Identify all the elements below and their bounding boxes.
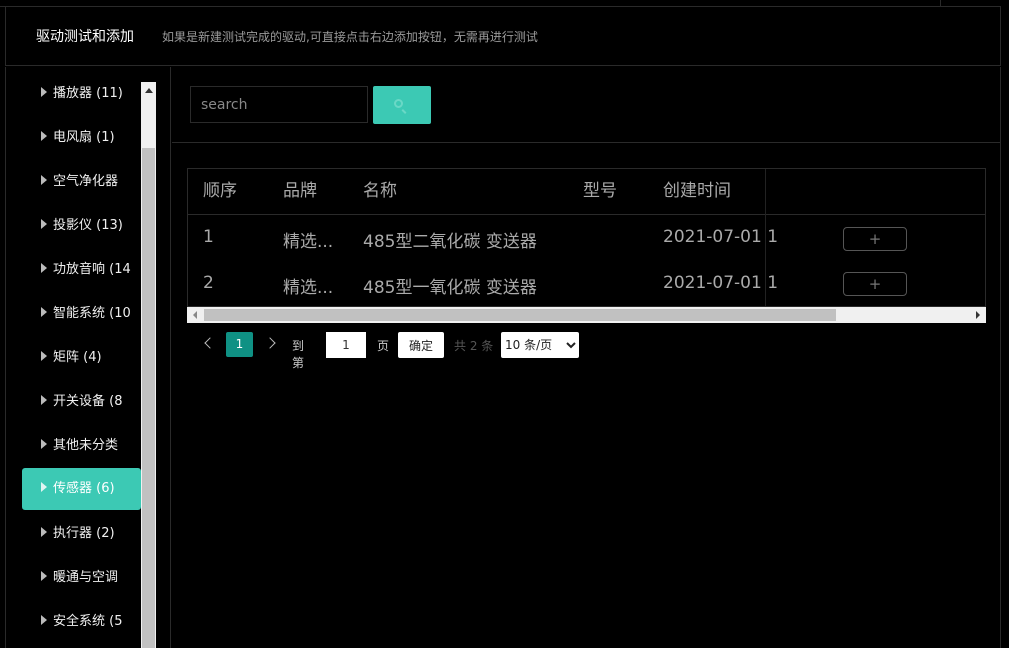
sidebar-item-label: 功放音响 (14 <box>53 262 131 277</box>
caret-right-icon <box>41 306 47 317</box>
sidebar-item-label: 投影仪 (13) <box>53 218 123 233</box>
column-header-brand: 品牌 <box>283 181 317 201</box>
add-driver-button[interactable]: + <box>843 227 907 251</box>
caret-right-icon <box>41 438 47 449</box>
page-size-select[interactable]: 10 条/页 <box>501 332 579 358</box>
sidebar-item-label: 开关设备 (8 <box>53 394 123 409</box>
top-strip <box>0 0 1001 7</box>
caret-right-icon <box>41 481 47 492</box>
caret-right-icon <box>41 526 47 537</box>
sidebar-item-actuator[interactable]: 执行器 (2) <box>22 513 141 555</box>
page-unit-label: 页 <box>377 339 390 353</box>
add-driver-button[interactable]: + <box>843 272 907 296</box>
column-header-created: 创建时间 <box>663 181 731 201</box>
sidebar-item-label: 暖通与空调 <box>53 570 119 585</box>
sidebar-item-switch-device[interactable]: 开关设备 (8 <box>22 381 141 423</box>
table-scrollbar-thumb[interactable] <box>204 309 836 321</box>
caret-right-icon <box>41 570 47 581</box>
caret-right-icon <box>41 86 47 97</box>
page-description: 如果是新建测试完成的驱动,可直接点击右边添加按钮，无需再进行测试 <box>162 30 538 44</box>
sidebar-item-label: 其他未分类 <box>53 438 119 453</box>
sidebar-item-label: 智能系统 (10 <box>53 306 131 321</box>
sidebar-item-air-purifier[interactable]: 空气净化器 <box>22 161 141 203</box>
caret-right-icon <box>41 174 47 185</box>
sidebar-item-label: 空气净化器 <box>53 174 119 189</box>
current-page-button[interactable]: 1 <box>226 332 253 357</box>
column-header-index: 顺序 <box>203 181 237 201</box>
sidebar-item-uncategorized[interactable]: 其他未分类 <box>22 425 141 467</box>
sidebar-item-label: 安全系统 (5 <box>53 614 123 629</box>
sidebar-item-sensor[interactable]: 传感器 (6) <box>22 468 141 510</box>
sidebar-item-label: 传感器 (6) <box>53 481 115 496</box>
scroll-up-arrow-icon[interactable] <box>141 82 156 100</box>
cell-name: 485型二氧化碳 变送器 <box>363 232 537 252</box>
column-header-name: 名称 <box>363 181 397 201</box>
caret-right-icon <box>41 350 47 361</box>
cell-brand: 精选... <box>283 278 334 298</box>
action-column: + + <box>765 169 985 306</box>
cell-name: 485型一氧化碳 变送器 <box>363 278 537 298</box>
search-button[interactable] <box>373 86 431 124</box>
sidebar-item-security[interactable]: 安全系统 (5 <box>22 601 141 643</box>
cell-index: 1 <box>203 227 214 247</box>
cell-brand: 精选... <box>283 232 334 252</box>
sidebar-item-projector[interactable]: 投影仪 (13) <box>22 205 141 247</box>
sidebar-item-amplifier[interactable]: 功放音响 (14 <box>22 249 141 291</box>
caret-right-icon <box>41 614 47 625</box>
goto-confirm-button[interactable]: 确定 <box>398 332 444 358</box>
total-count: 共 2 条 <box>454 339 494 353</box>
scroll-left-arrow-icon[interactable] <box>193 311 197 319</box>
sidebar-item-matrix[interactable]: 矩阵 (4) <box>22 337 141 379</box>
cell-created: 2021-07-01 1 <box>663 227 779 247</box>
driver-table: 顺序 品牌 名称 型号 创建时间 1 精选... 485型二氧化碳 变送器 20… <box>187 168 986 307</box>
scroll-right-arrow-icon[interactable] <box>976 311 980 319</box>
sidebar-item-hvac[interactable]: 暖通与空调 <box>22 557 141 599</box>
cell-created: 2021-07-01 1 <box>663 273 779 293</box>
sidebar-scrollbar-thumb[interactable] <box>142 148 155 648</box>
caret-right-icon <box>41 262 47 273</box>
sidebar-scrollbar[interactable] <box>141 82 156 648</box>
column-header-model: 型号 <box>583 181 617 201</box>
caret-right-icon <box>41 130 47 141</box>
sidebar-item-label: 矩阵 (4) <box>53 350 102 365</box>
top-strip-divider <box>940 0 941 6</box>
goto-label: 到第 <box>292 339 305 370</box>
sidebar-item-label: 电风扇 (1) <box>53 130 115 145</box>
toolbar-divider <box>172 142 1000 143</box>
table-horizontal-scrollbar[interactable] <box>187 307 986 323</box>
goto-page-input[interactable] <box>326 332 366 358</box>
search-input[interactable] <box>190 86 368 123</box>
sidebar-item-label: 播放器 (11) <box>53 86 123 101</box>
page-header: 驱动测试和添加 如果是新建测试完成的驱动,可直接点击右边添加按钮，无需再进行测试 <box>5 7 1001 66</box>
cell-index: 2 <box>203 273 214 293</box>
caret-right-icon <box>41 394 47 405</box>
sidebar-item-player[interactable]: 播放器 (11) <box>22 73 141 115</box>
page-title: 驱动测试和添加 <box>36 29 134 45</box>
search-icon <box>394 99 403 108</box>
sidebar-item-smart-system[interactable]: 智能系统 (10 <box>22 293 141 335</box>
sidebar-item-fan[interactable]: 电风扇 (1) <box>22 117 141 159</box>
sidebar-item-label: 执行器 (2) <box>53 526 115 541</box>
caret-right-icon <box>41 218 47 229</box>
